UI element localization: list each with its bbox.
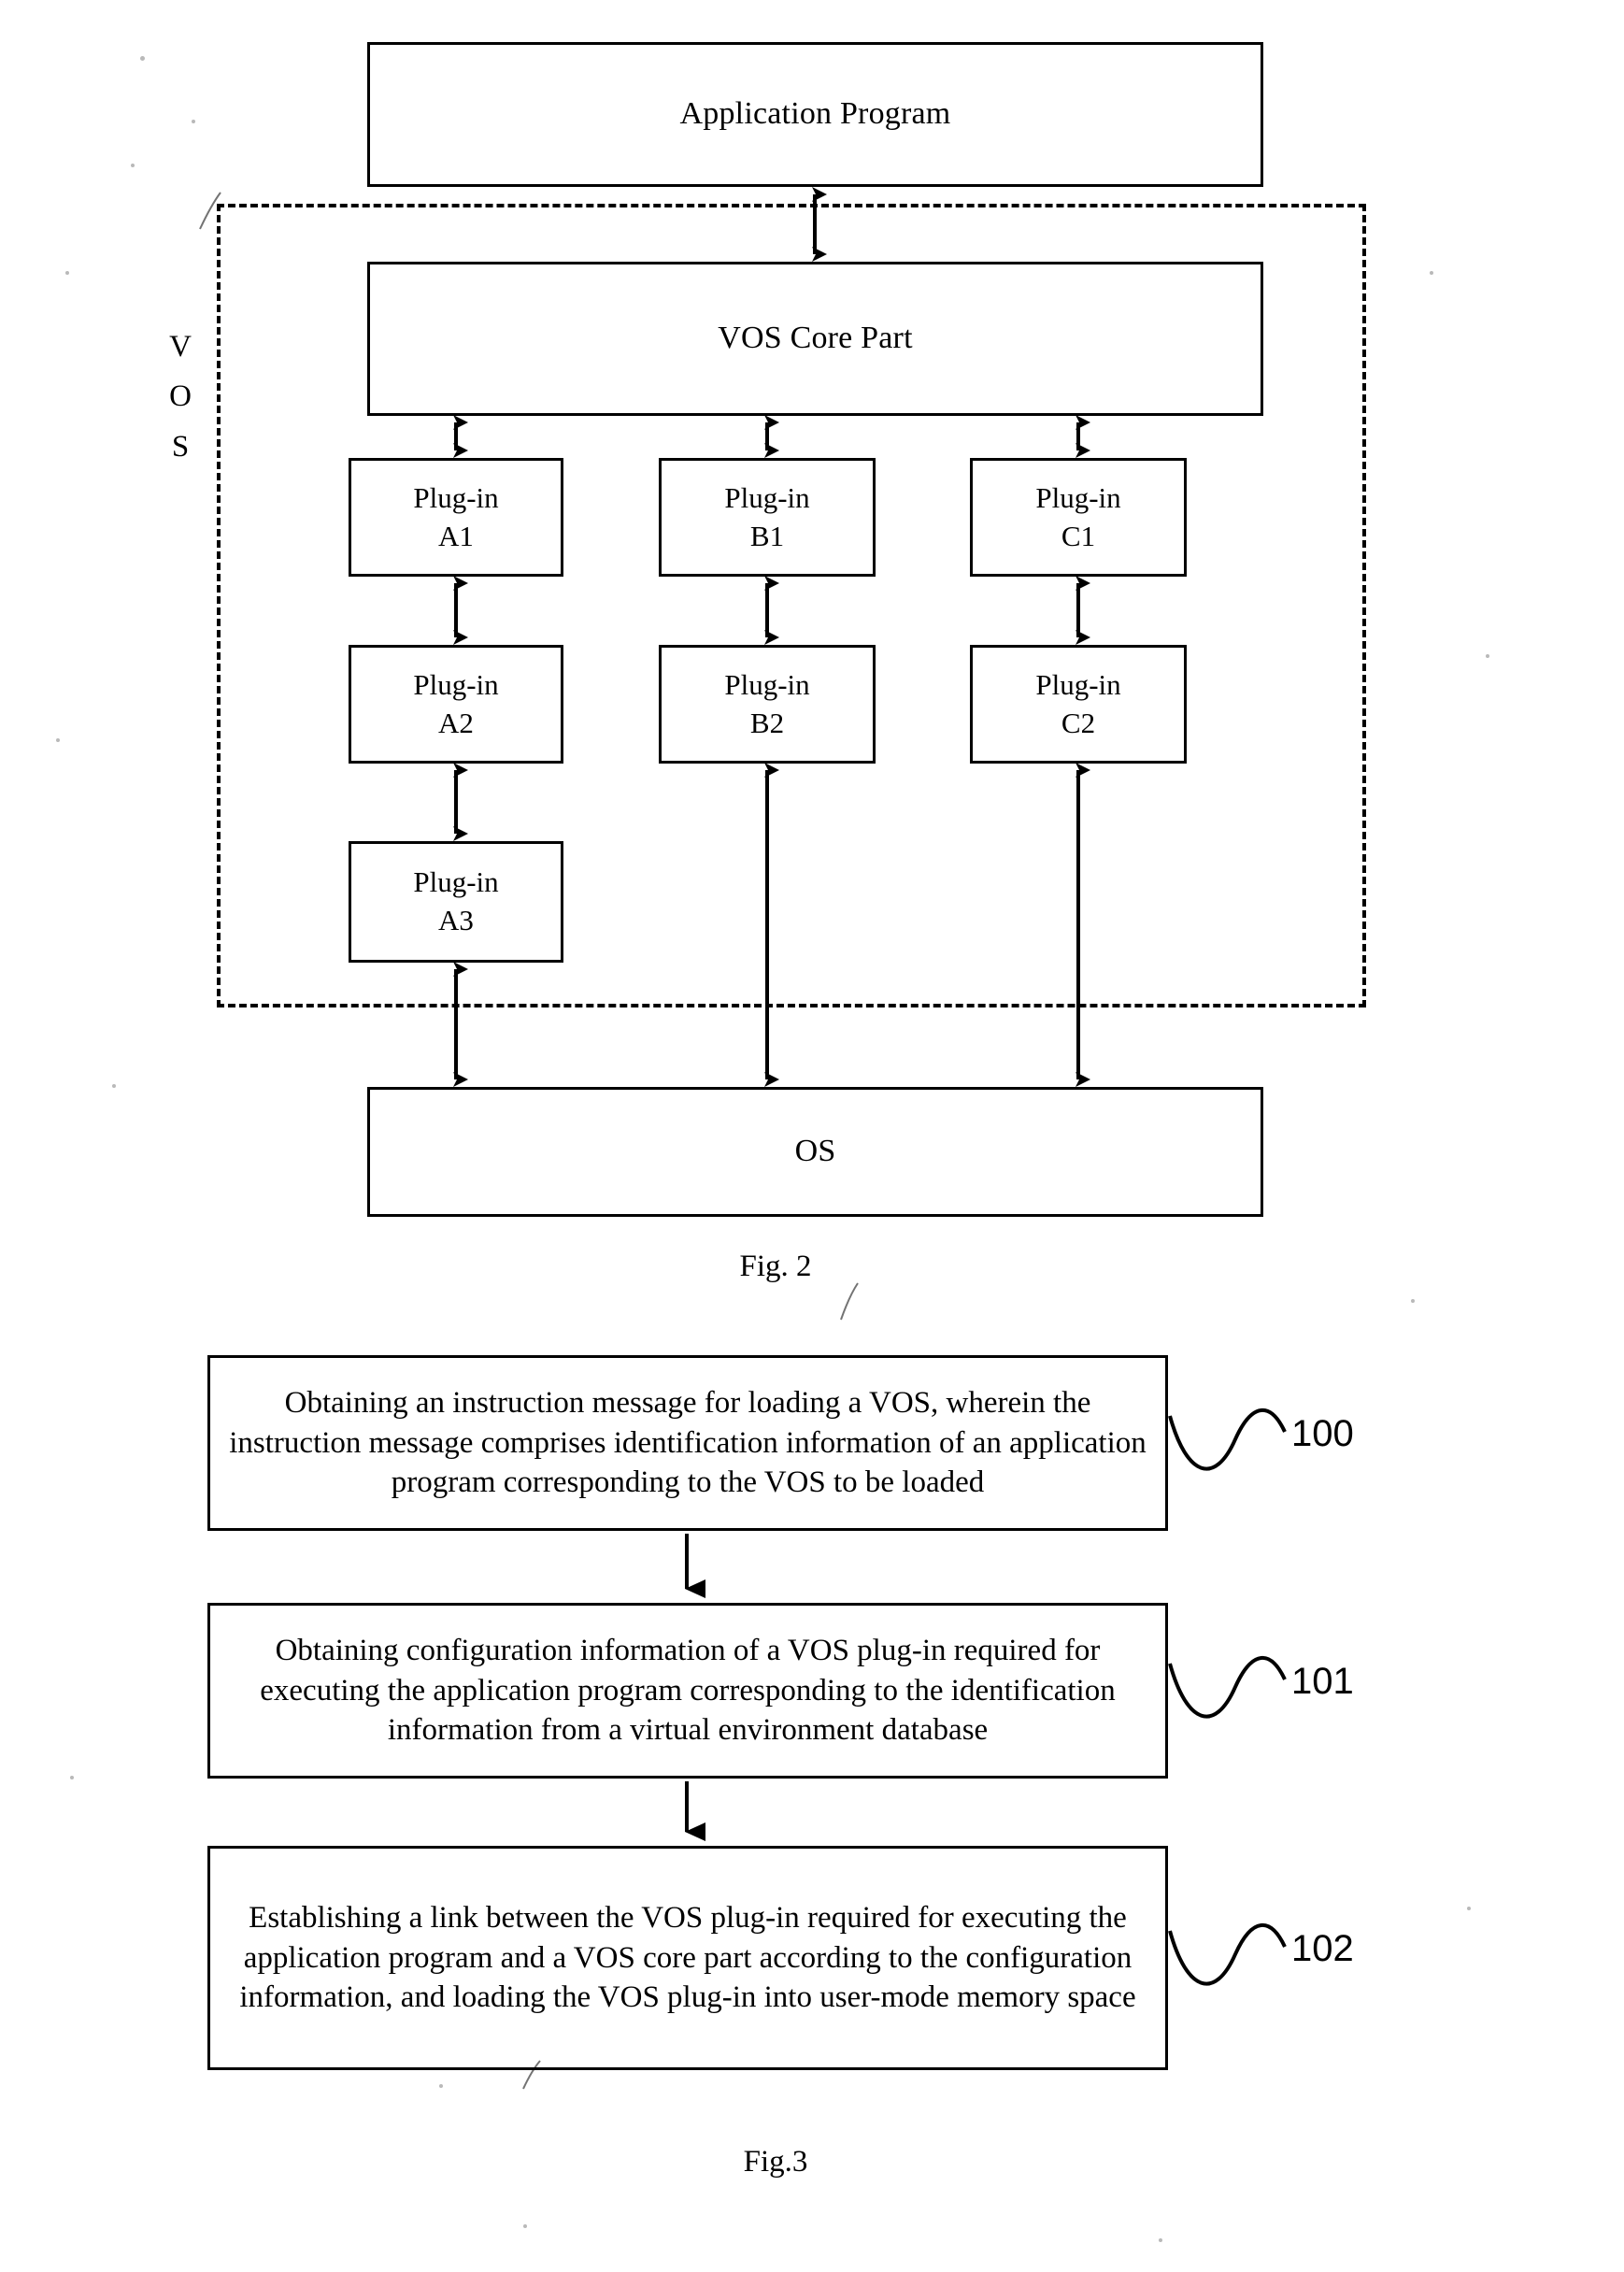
leader-squiggle-101 (1168, 1656, 1287, 1719)
vos-core-part-box: VOS Core Part (367, 262, 1263, 416)
leader-squiggle-100 (1168, 1408, 1287, 1471)
scan-speck (131, 164, 135, 167)
plugin-a2-line2: A2 (438, 706, 474, 739)
plugin-b2-line2: B2 (749, 706, 785, 739)
plugin-c2-line1: Plug-in (1035, 667, 1121, 701)
scan-speck (70, 1776, 74, 1779)
scan-speck (112, 1084, 116, 1088)
scan-speck (192, 120, 195, 123)
plugin-c2-line2: C2 (1061, 706, 1096, 739)
flow-step-100-text: Obtaining an instruction message for loa… (229, 1385, 1147, 1500)
patent-figure-page: V O S Application Program VOS Core Part … (0, 0, 1624, 2272)
flow-step-100-box: Obtaining an instruction message for loa… (207, 1355, 1168, 1531)
flow-step-101-text: Obtaining configuration information of a… (260, 1633, 1116, 1748)
application-program-label: Application Program (679, 96, 951, 132)
flow-step-100-ref: 100 (1291, 1413, 1354, 1454)
scan-speck (1159, 2238, 1162, 2242)
flow-step-101-box: Obtaining configuration information of a… (207, 1603, 1168, 1779)
vos-vertical-label: V O S (152, 322, 208, 472)
application-program-box: Application Program (367, 42, 1263, 187)
plugin-b2-box: Plug-in B2 (659, 645, 876, 764)
plugin-b1-box: Plug-in B1 (659, 458, 876, 577)
vos-core-part-label: VOS Core Part (718, 321, 913, 356)
plugin-b2-line1: Plug-in (724, 667, 810, 701)
scan-speck (439, 2084, 443, 2088)
plugin-a3-box: Plug-in A3 (349, 841, 563, 963)
scan-speck (65, 271, 69, 275)
plugin-b1-line1: Plug-in (724, 480, 810, 514)
figure2-caption: Fig. 2 (739, 1250, 812, 1283)
plugin-a3-line1: Plug-in (413, 865, 499, 899)
flow-step-102-box: Establishing a link between the VOS plug… (207, 1846, 1168, 2070)
plugin-c2-box: Plug-in C2 (970, 645, 1187, 764)
vos-letter-s: S (171, 429, 190, 464)
plugin-c1-box: Plug-in C1 (970, 458, 1187, 577)
plugin-a1-box: Plug-in A1 (349, 458, 563, 577)
scan-speck (1486, 654, 1489, 658)
flow-step-102-text: Establishing a link between the VOS plug… (239, 1900, 1136, 2015)
os-label: OS (794, 1134, 836, 1169)
flow-step-102-ref: 102 (1291, 1928, 1354, 1969)
plugin-c1-line2: C1 (1061, 519, 1096, 552)
scan-speck (1467, 1907, 1471, 1910)
scan-speck (1411, 1299, 1415, 1303)
plugin-a3-line2: A3 (438, 904, 474, 936)
plugin-b1-line2: B1 (749, 519, 785, 552)
vos-letter-v: V (169, 330, 192, 364)
plugin-c1-line1: Plug-in (1035, 480, 1121, 514)
leader-squiggle-102 (1168, 1923, 1287, 1986)
plugin-a2-line1: Plug-in (413, 667, 499, 701)
vos-letter-o: O (169, 379, 192, 414)
figure3-caption: Fig.3 (743, 2145, 808, 2179)
scan-speck (56, 738, 60, 742)
scan-speck (1430, 271, 1433, 275)
os-box: OS (367, 1087, 1263, 1217)
plugin-a1-line1: Plug-in (413, 480, 499, 514)
plugin-a2-box: Plug-in A2 (349, 645, 563, 764)
plugin-a1-line2: A1 (438, 519, 474, 552)
flow-step-101-ref: 101 (1291, 1661, 1354, 1702)
scan-speck (523, 2224, 527, 2228)
scan-speck (140, 56, 145, 61)
